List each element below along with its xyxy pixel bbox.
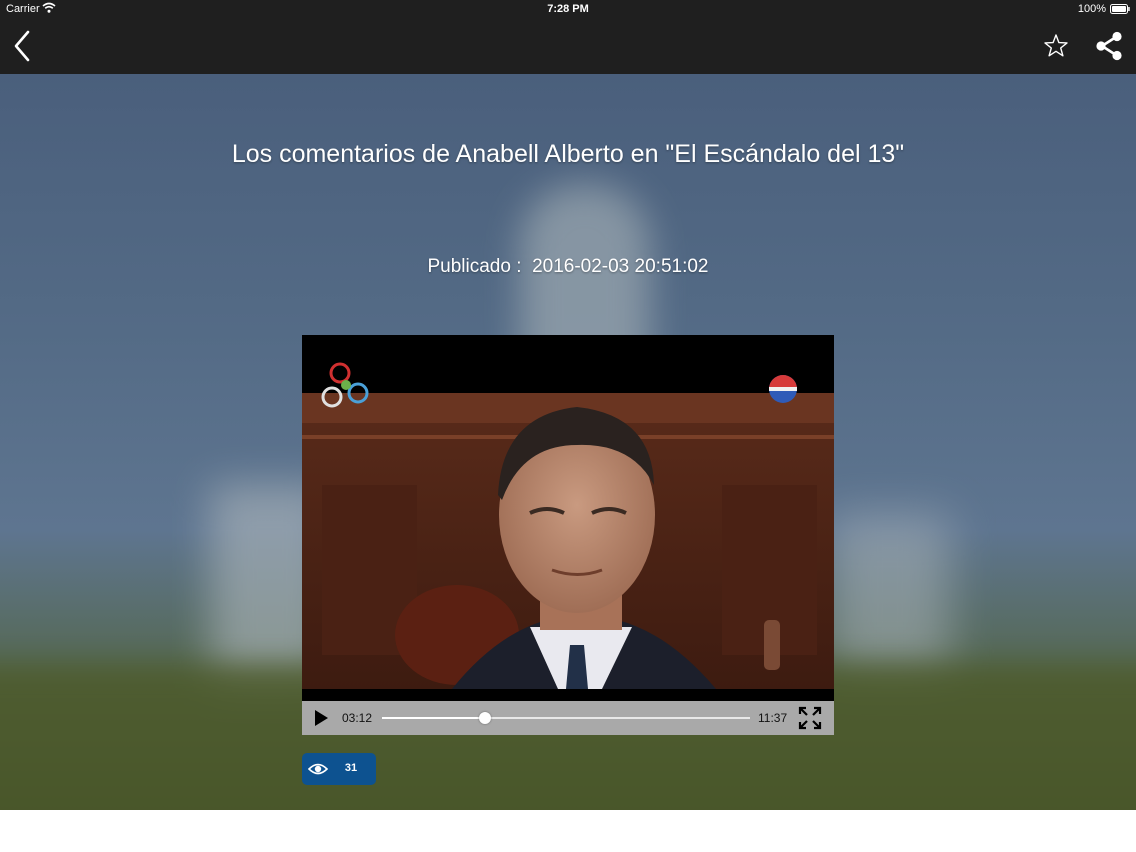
battery-percentage: 100% [1077,3,1106,15]
video-controls: 03:12 11:37 [302,701,834,735]
play-icon[interactable] [312,709,330,727]
video-thumbnail [302,335,834,701]
article-hero: Los comentarios de Anabell Alberto en "E… [0,74,1136,810]
duration: 11:37 [758,711,788,725]
seek-bar-progress [382,717,486,719]
published-label: Publicado : [427,256,522,277]
eye-icon [308,763,328,775]
clock: 7:28 PM [547,3,589,15]
published-value: 2016-02-03 20:51:02 [532,256,709,277]
video-player[interactable]: 03:12 11:37 [302,335,834,735]
article-title: Los comentarios de Anabell Alberto en "E… [231,140,905,168]
published-date: Publicado : 2016-02-03 20:51:02 [0,256,1136,278]
favorite-star-icon[interactable] [1042,32,1070,60]
share-icon[interactable] [1094,30,1124,62]
battery-icon [1110,4,1130,14]
current-time: 03:12 [342,711,373,725]
back-button[interactable] [8,26,36,66]
seek-bar[interactable] [382,712,750,724]
fullscreen-icon[interactable] [798,706,822,730]
video-frame[interactable] [302,335,834,701]
channel-logo-right [769,375,797,403]
status-bar: Carrier 7:28 PM 100% [0,0,1136,18]
background-blur [830,514,950,674]
seek-bar-thumb[interactable] [479,712,492,724]
navigation-bar [0,18,1136,74]
views-badge: 31 [302,753,376,785]
views-count: 31 [344,762,358,774]
